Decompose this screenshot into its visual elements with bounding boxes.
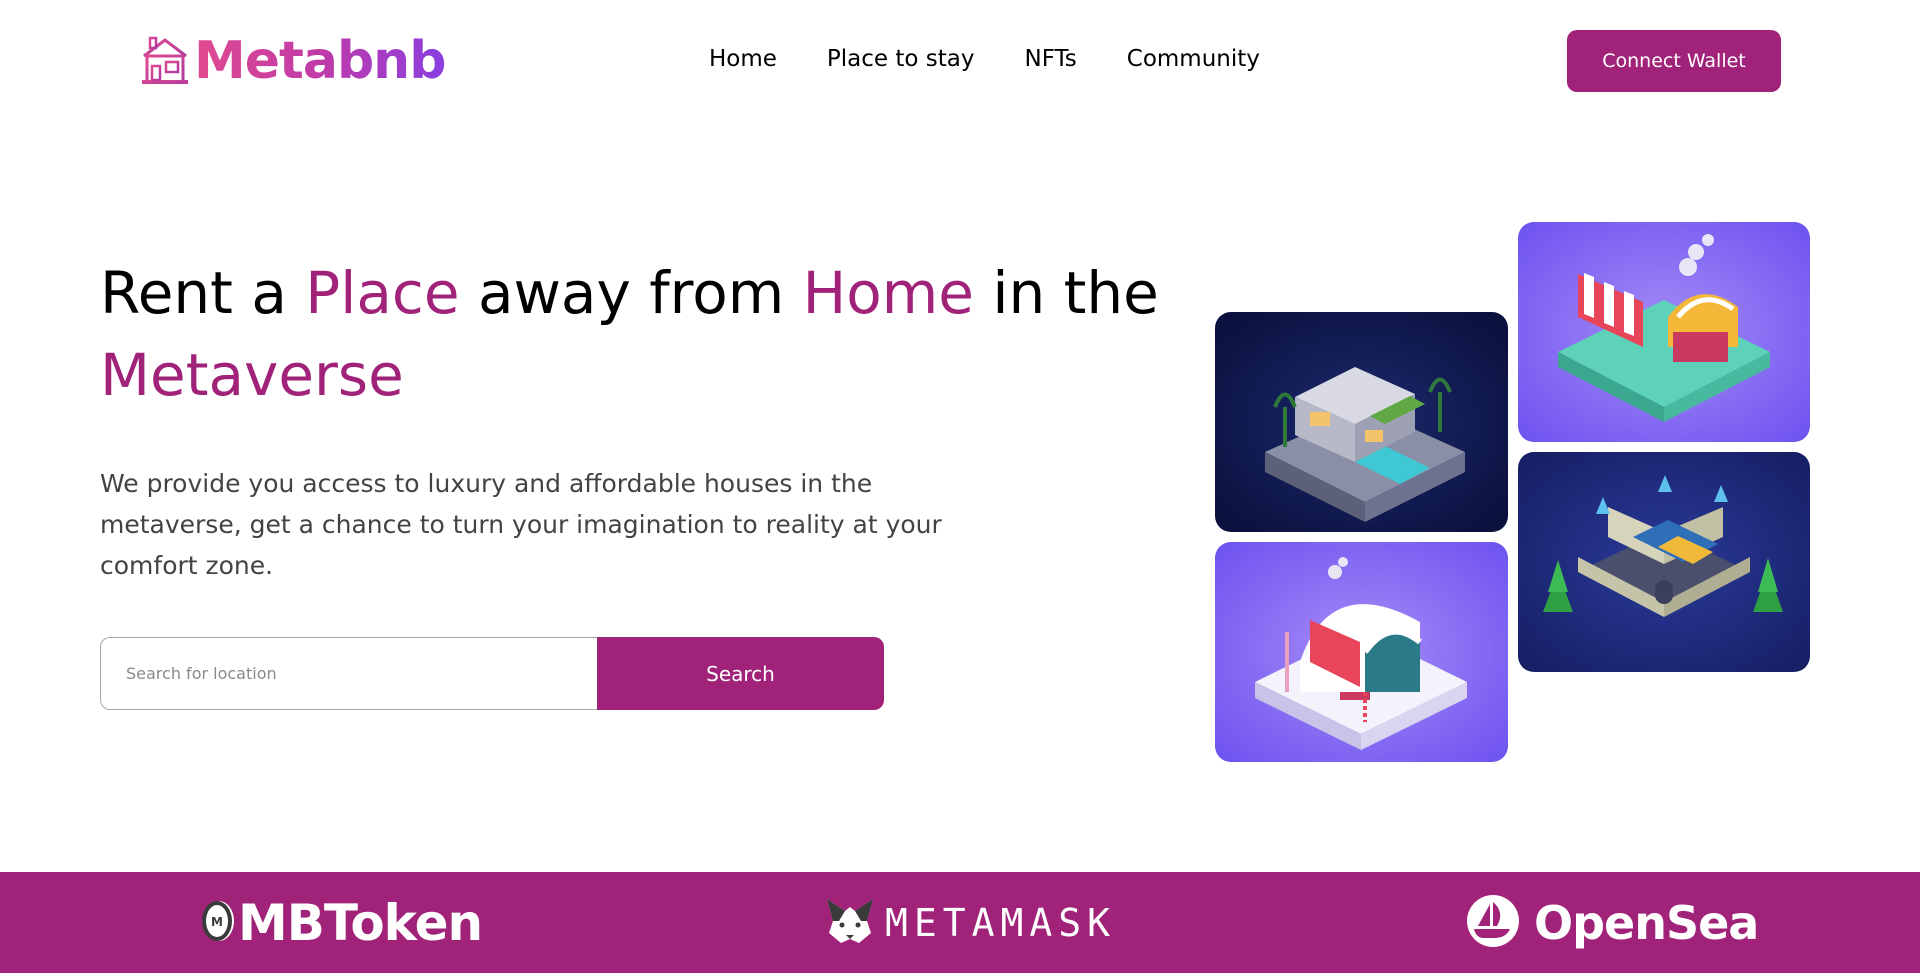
headline-text-3: in the	[973, 259, 1159, 327]
svg-text:M: M	[211, 915, 223, 929]
headline-accent-place: Place	[305, 259, 460, 327]
location-search: Search	[100, 637, 884, 710]
partner-opensea-label: OpenSea	[1534, 895, 1759, 950]
isometric-castle-image	[1518, 452, 1810, 672]
nav-item-nfts[interactable]: NFTs	[1025, 46, 1077, 72]
headline-text-2: away from	[459, 259, 803, 327]
partner-mbtoken-label: MBToken	[238, 893, 483, 952]
mbtoken-coin-icon: M	[198, 899, 236, 947]
partner-mbtoken[interactable]: M MBToken	[198, 872, 483, 973]
headline-accent-metaverse: Metaverse	[100, 341, 404, 409]
metamask-fox-icon	[825, 897, 875, 949]
hero-description: We provide you access to luxury and affo…	[100, 469, 942, 580]
isometric-snow-cabin-image	[1215, 542, 1508, 762]
hero-headline: Rent a Place away from Home in the Metav…	[100, 252, 1220, 416]
partners-band: M MBToken METAMASK OpenSea	[0, 872, 1920, 973]
search-button[interactable]: Search	[597, 637, 884, 710]
main-nav: Home Place to stay NFTs Community	[709, 46, 1260, 72]
connect-wallet-button[interactable]: Connect Wallet	[1567, 30, 1781, 92]
nav-item-community[interactable]: Community	[1127, 46, 1260, 72]
brand-logo[interactable]: Metabnb	[138, 31, 446, 91]
partner-opensea[interactable]: OpenSea	[1466, 872, 1759, 973]
nav-item-place-to-stay[interactable]: Place to stay	[827, 46, 975, 72]
nav-item-home[interactable]: Home	[709, 46, 777, 72]
brand-name: Metabnb	[194, 31, 446, 91]
site-header: Metabnb Home Place to stay NFTs Communit…	[0, 0, 1920, 122]
headline-text-1: Rent a	[100, 259, 306, 327]
search-input[interactable]	[100, 637, 597, 710]
opensea-boat-icon	[1466, 894, 1520, 952]
partner-metamask[interactable]: METAMASK	[825, 872, 1116, 973]
house-icon	[138, 34, 192, 88]
partner-metamask-label: METAMASK	[885, 900, 1117, 945]
isometric-villa-image	[1215, 312, 1508, 532]
headline-accent-home: Home	[802, 259, 974, 327]
isometric-market-image	[1518, 222, 1810, 442]
